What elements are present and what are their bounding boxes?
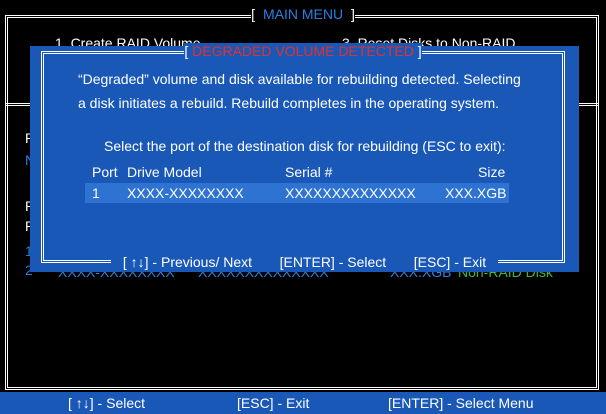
footer-select-hint: [ENTER] - Select: [273, 254, 393, 270]
disk-row-port: 1: [92, 185, 100, 201]
dialog-title: [ DEGRADED VOLUME DETECTED ]: [184, 43, 422, 59]
col-header-size: Size: [478, 164, 506, 180]
col-header-port: Port: [92, 164, 118, 180]
dialog-instruction: Select the port of the destination disk …: [104, 138, 506, 154]
dialog-footer: [ ↑↓] - Previous/ Next [ENTER] - Select …: [30, 254, 579, 270]
dialog-message-line2: a disk initiates a rebuild. Rebuild comp…: [78, 95, 499, 111]
footer-keys: [ ↑↓] - Previous/ Next [ENTER] - Select …: [110, 254, 499, 270]
status-exit-hint: [ESC] - Exit: [237, 395, 310, 411]
disk-row-size: XXX.XGB: [445, 185, 507, 201]
bios-screen: [ MAIN MENU ] 1. Create RAID Volume 3. R…: [0, 0, 606, 414]
col-header-drive-model: Drive Model: [127, 164, 202, 180]
dialog-title-text: DEGRADED VOLUME DETECTED: [192, 43, 414, 59]
disk-row-model: XXXX-XXXXXXXX: [127, 185, 244, 201]
col-header-serial: Serial #: [285, 164, 333, 180]
status-menu-hint: [ENTER] - Select Menu: [388, 395, 534, 411]
footer-nav-hint: [ ↑↓] - Previous/ Next: [116, 254, 259, 270]
footer-exit-hint: [ESC] - Exit: [407, 254, 493, 270]
disk-row-serial: XXXXXXXXXXXXXX: [285, 185, 416, 201]
main-menu-title: [ MAIN MENU ]: [251, 6, 355, 22]
status-select-hint: [ ↑↓] - Select: [68, 395, 146, 411]
main-menu-title-text: MAIN MENU: [258, 6, 348, 22]
status-bar: [ ↑↓] - Select [ESC] - Exit [ENTER] - Se…: [0, 392, 606, 414]
dialog-message-line1: “Degraded” volume and disk available for…: [78, 71, 521, 87]
